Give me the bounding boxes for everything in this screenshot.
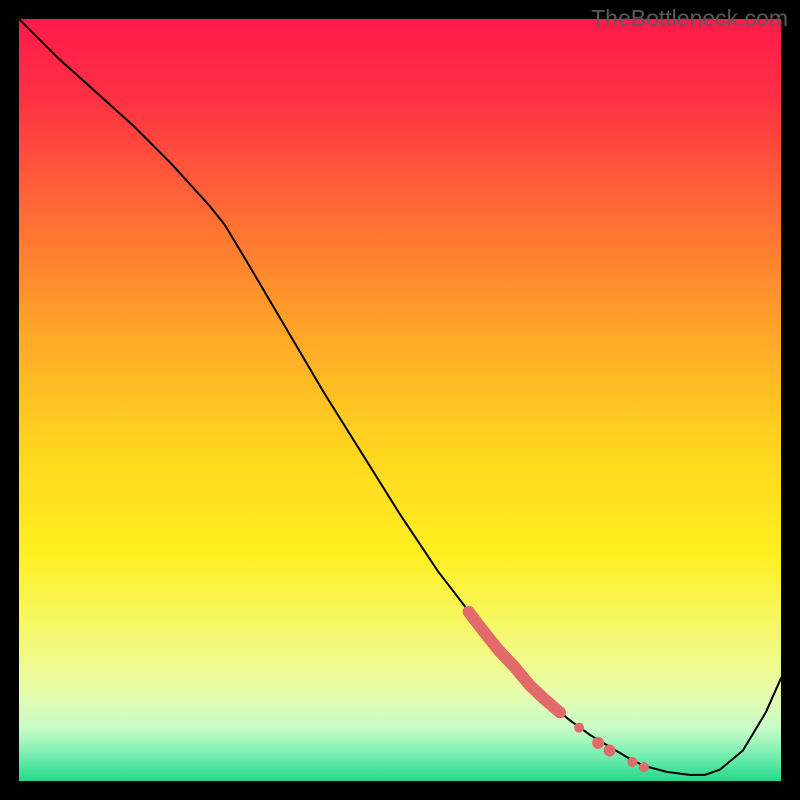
plot-area — [19, 19, 781, 781]
chart-container: TheBottleneck.com — [0, 0, 800, 800]
marker-4 — [639, 762, 649, 772]
marker-3 — [627, 757, 637, 767]
marker-1 — [592, 737, 604, 749]
marker-0 — [574, 723, 584, 733]
watermark-text: TheBottleneck.com — [591, 5, 788, 32]
marker-2 — [604, 745, 616, 757]
gradient-background — [19, 19, 781, 781]
chart-svg — [19, 19, 781, 781]
